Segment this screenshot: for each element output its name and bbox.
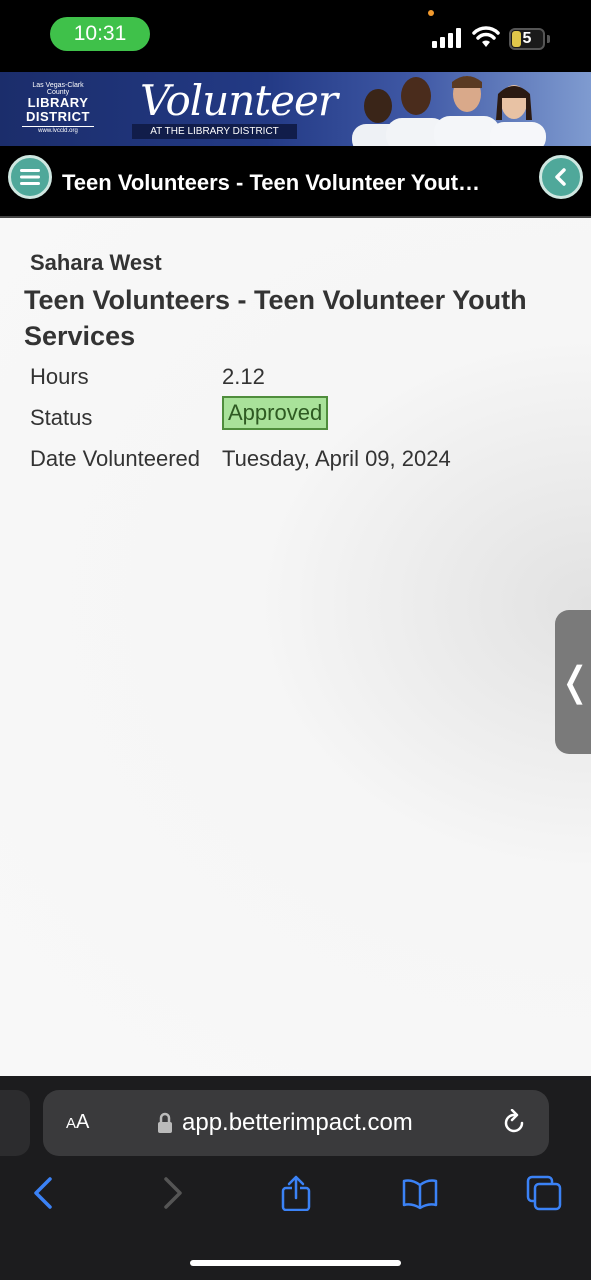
hours-label: Hours	[30, 364, 89, 389]
reader-settings-button[interactable]: AA	[66, 1111, 89, 1134]
opportunity-title: Teen Volunteers - Teen Volunteer Youth S…	[24, 285, 527, 351]
status-bar: 10:31 5	[0, 0, 591, 72]
page-navbar: Teen Volunteers - Teen Volunteer Yout…	[0, 146, 591, 218]
lock-icon	[158, 1112, 172, 1133]
library-district-logo[interactable]: Las Vegas-Clark County LIBRARY DISTRICT …	[22, 82, 94, 134]
share-icon[interactable]	[278, 1175, 314, 1211]
battery-level: 5	[522, 30, 532, 47]
back-button[interactable]	[539, 155, 583, 199]
volunteer-logo-subtitle: AT THE LIBRARY DISTRICT	[132, 124, 297, 139]
hours-value: 2.12	[222, 364, 265, 389]
wifi-icon	[472, 26, 500, 47]
library-word: LIBRARY	[27, 95, 89, 110]
cellular-signal-icon	[432, 28, 461, 48]
menu-button[interactable]	[8, 155, 52, 199]
clock-pill[interactable]: 10:31	[50, 17, 150, 51]
bookmarks-icon[interactable]	[402, 1175, 438, 1211]
battery-icon: 5	[509, 28, 545, 50]
site-banner: Las Vegas-Clark County LIBRARY DISTRICT …	[0, 72, 591, 146]
browser-back-icon[interactable]	[26, 1175, 62, 1211]
menu-icon	[20, 169, 40, 185]
reload-icon[interactable]	[501, 1109, 527, 1137]
location-name: Sahara West	[30, 250, 162, 275]
detail-content: Sahara West Teen Volunteers - Teen Volun…	[0, 218, 591, 1076]
privacy-indicator-dot	[428, 10, 434, 16]
district-word: DISTRICT	[26, 109, 90, 124]
previous-tab-preview[interactable]	[0, 1090, 30, 1156]
browser-forward-icon[interactable]	[154, 1175, 190, 1211]
chevron-left-icon: ❬	[558, 660, 591, 704]
battery-tip	[547, 35, 550, 43]
library-county-text: Las Vegas-Clark County	[32, 82, 84, 96]
volunteer-logo-text: Volunteer	[140, 76, 338, 125]
aa-big: A	[76, 1111, 90, 1133]
tabs-icon[interactable]	[526, 1175, 562, 1211]
clock-time: 10:31	[73, 22, 127, 45]
library-url: www.lvccld.org	[22, 126, 94, 134]
home-indicator[interactable]	[190, 1260, 401, 1266]
status-badge: Approved	[222, 396, 329, 430]
chevron-left-icon	[555, 168, 566, 186]
status-label: Status	[30, 405, 93, 430]
url-text[interactable]: app.betterimpact.com	[182, 1109, 413, 1137]
date-label: Date Volunteered	[30, 446, 201, 471]
date-value: Tuesday, April 09, 2024	[222, 446, 451, 471]
side-drawer-handle[interactable]: ❬	[555, 610, 591, 754]
aa-small: A	[66, 1115, 77, 1132]
volunteers-photo	[352, 76, 546, 146]
page-title: Teen Volunteers - Teen Volunteer Yout…	[62, 170, 481, 195]
